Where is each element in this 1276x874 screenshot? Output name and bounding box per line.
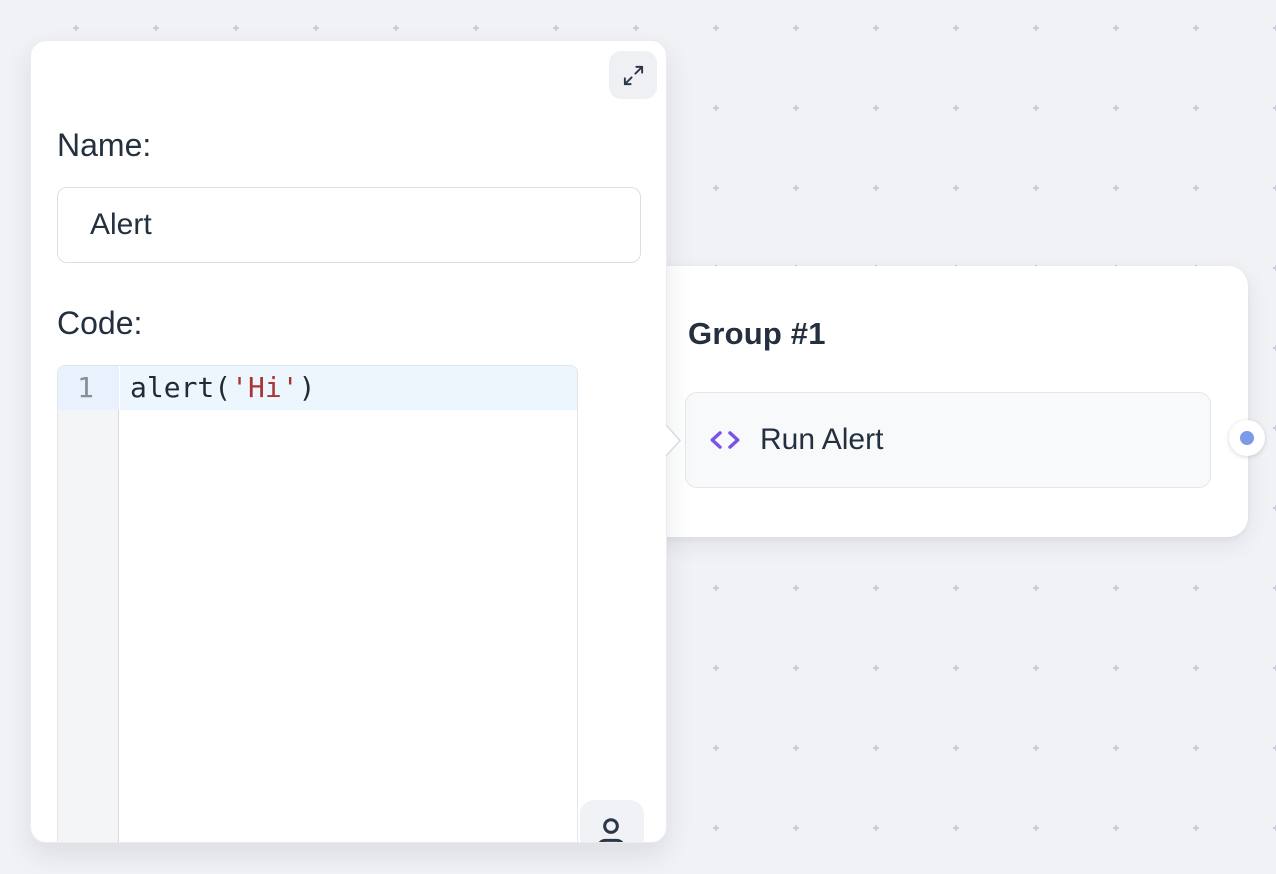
grid-dot xyxy=(953,825,959,831)
grid-dot xyxy=(1033,665,1039,671)
grid-dot xyxy=(713,665,719,671)
editor-code-line[interactable]: alert('Hi') xyxy=(120,366,577,410)
grid-dot xyxy=(153,25,159,31)
grid-dot xyxy=(873,105,879,111)
output-handle-ring xyxy=(1240,431,1254,445)
grid-dot xyxy=(1113,825,1119,831)
grid-dot xyxy=(953,745,959,751)
grid-dot xyxy=(713,585,719,591)
grid-dot xyxy=(1033,185,1039,191)
grid-dot xyxy=(633,25,639,31)
grid-dot xyxy=(873,25,879,31)
grid-dot xyxy=(713,825,719,831)
grid-dot xyxy=(553,25,559,31)
code-token-plain: alert( xyxy=(130,371,231,404)
grid-dot xyxy=(233,25,239,31)
grid-dot xyxy=(873,825,879,831)
grid-dot xyxy=(873,665,879,671)
input-connector-arrow[interactable] xyxy=(666,424,682,457)
grid-dot xyxy=(793,105,799,111)
grid-dot xyxy=(1193,825,1199,831)
expand-button[interactable] xyxy=(609,51,657,99)
grid-dot xyxy=(953,105,959,111)
grid-dot xyxy=(1113,745,1119,751)
grid-dot xyxy=(313,25,319,31)
grid-dot xyxy=(1193,105,1199,111)
grid-dot xyxy=(1193,745,1199,751)
grid-dot xyxy=(1033,105,1039,111)
editor-line-number: 1 xyxy=(58,366,119,410)
grid-dot xyxy=(1033,25,1039,31)
grid-dot xyxy=(1193,665,1199,671)
code-field-label: Code: xyxy=(57,305,142,342)
grid-dot xyxy=(793,185,799,191)
run-alert-node-label: Run Alert xyxy=(760,423,883,457)
editor-gutter xyxy=(58,366,119,843)
user-button[interactable] xyxy=(580,800,644,843)
grid-dot xyxy=(953,665,959,671)
group-node[interactable]: Group #1 Run Alert xyxy=(640,266,1248,537)
code-token-plain: ) xyxy=(299,371,316,404)
grid-dot xyxy=(873,185,879,191)
code-icon xyxy=(708,423,742,457)
grid-dot xyxy=(713,745,719,751)
grid-dot xyxy=(713,185,719,191)
grid-dot xyxy=(793,585,799,591)
grid-dot xyxy=(1113,105,1119,111)
grid-dot xyxy=(1113,185,1119,191)
output-connection-handle[interactable] xyxy=(1229,420,1265,456)
flow-canvas[interactable]: Group #1 Run Alert xyxy=(0,0,1276,874)
grid-dot xyxy=(793,665,799,671)
grid-dot xyxy=(73,25,79,31)
node-editor-panel: Name: Code: 1 alert('Hi') xyxy=(30,40,667,843)
grid-dot xyxy=(1193,585,1199,591)
grid-dot xyxy=(1033,825,1039,831)
name-input[interactable] xyxy=(57,187,641,263)
grid-dot xyxy=(793,825,799,831)
grid-dot xyxy=(1193,185,1199,191)
grid-dot xyxy=(393,25,399,31)
grid-dot xyxy=(953,25,959,31)
grid-dot xyxy=(873,745,879,751)
grid-dot xyxy=(473,25,479,31)
grid-dot xyxy=(713,105,719,111)
name-field-label: Name: xyxy=(57,127,151,164)
grid-dot xyxy=(953,185,959,191)
grid-dot xyxy=(1033,585,1039,591)
grid-dot xyxy=(1113,665,1119,671)
group-node-title: Group #1 xyxy=(688,316,826,352)
grid-dot xyxy=(793,25,799,31)
run-alert-node-item[interactable]: Run Alert xyxy=(685,392,1211,488)
grid-dot xyxy=(1033,745,1039,751)
grid-dot xyxy=(953,585,959,591)
grid-dot xyxy=(1113,585,1119,591)
code-token-string: 'Hi' xyxy=(231,371,298,404)
grid-dot xyxy=(713,25,719,31)
grid-dot xyxy=(873,585,879,591)
grid-dot xyxy=(1193,25,1199,31)
code-editor[interactable]: 1 alert('Hi') xyxy=(57,365,578,843)
grid-dot xyxy=(793,745,799,751)
grid-dot xyxy=(1113,25,1119,31)
expand-icon xyxy=(622,64,645,87)
